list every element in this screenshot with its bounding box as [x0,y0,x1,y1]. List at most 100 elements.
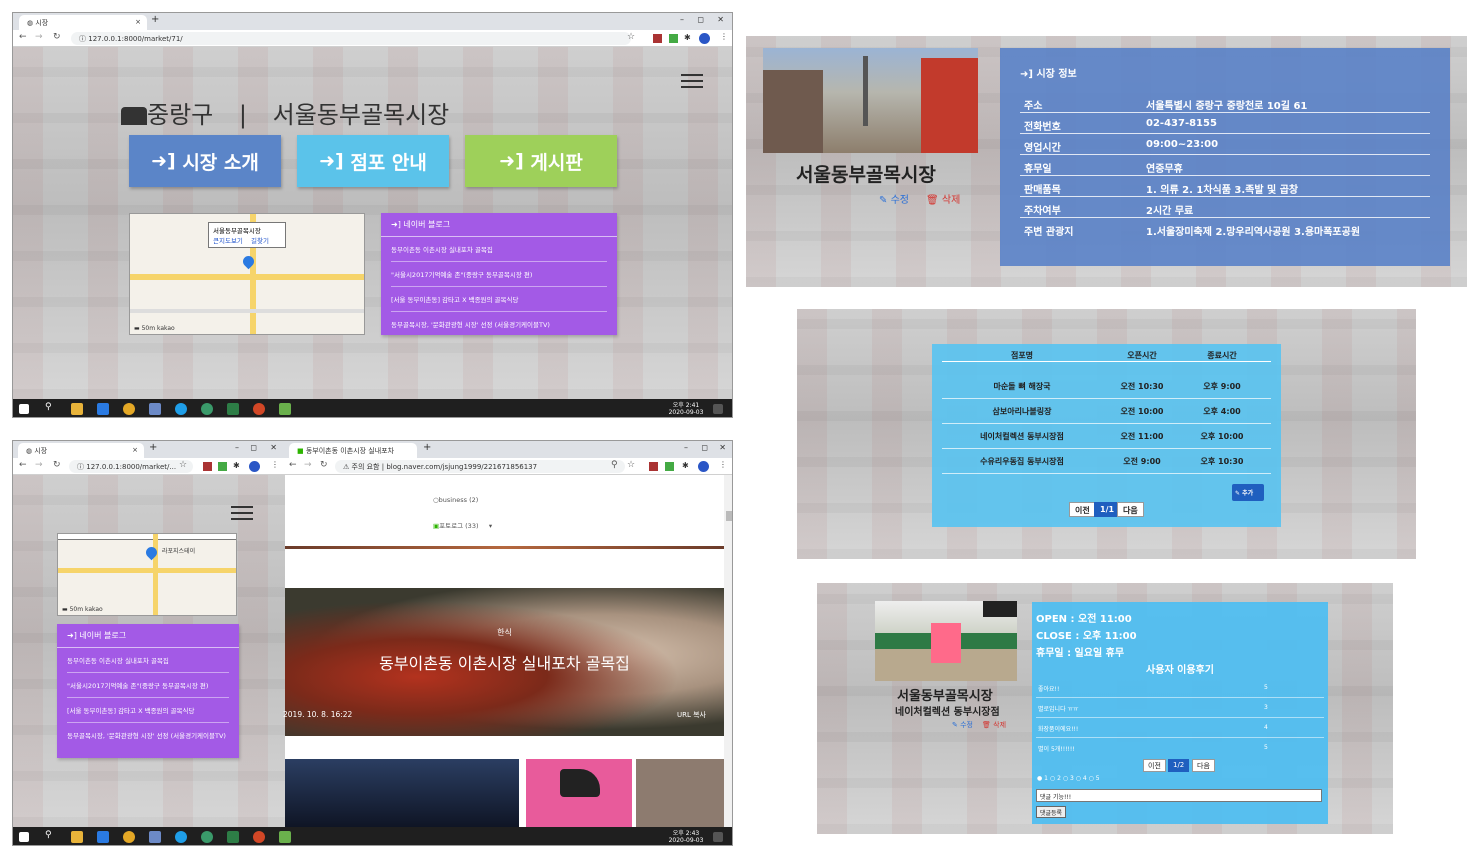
avatar[interactable] [698,461,709,472]
table-row[interactable]: 수유리우동집 동부시장점 오전 9:00 오후 10:30 [942,449,1271,474]
table-row[interactable]: 삼보아리나볼링장 오전 10:00 오후 4:00 [942,399,1271,424]
system-clock[interactable]: 오후 2:41 2020-09-03 [661,402,711,416]
close-window-icon[interactable]: ✕ [719,443,726,452]
blog-link[interactable]: 동부골목시장, '문화관광형 시장' 선정 (서울경기케이블TV) [391,312,607,336]
address-bar[interactable]: ⓘ 127.0.0.1:8000/market/... [69,460,193,473]
file-explorer-icon[interactable] [71,831,83,843]
extension-icon[interactable] [665,462,674,471]
puzzle-icon[interactable]: ✱ [682,461,689,470]
zoom-icon[interactable]: ⚲ [611,460,618,470]
blog-link[interactable]: 동부이촌동 이촌시장 실내포차 골목집 [67,648,229,673]
forward-icon[interactable]: → [35,460,43,470]
close-tab-icon[interactable]: × [135,18,141,26]
forward-icon[interactable]: → [35,32,43,42]
ie-icon[interactable] [97,831,109,843]
board-button[interactable]: ➜] 게시판 [465,135,617,187]
back-icon[interactable]: ← [289,460,297,470]
notification-icon[interactable] [713,404,723,414]
windows-start-icon[interactable] [19,404,29,414]
search-icon[interactable]: ⚲ [45,830,57,842]
minimize-icon[interactable]: – [235,443,239,452]
maximize-icon[interactable]: ◻ [701,443,708,452]
blog-link[interactable]: [서울 동부이촌동] 감타고 X 백종원의 골목식당 [391,287,607,312]
powerpoint-icon[interactable] [253,403,265,415]
app-icon[interactable] [201,831,213,843]
new-tab-icon[interactable]: + [423,442,431,453]
blog-link[interactable]: "서울시2017기억예술 존"(중랑구 동부골목시장 편) [391,262,607,287]
file-explorer-icon[interactable] [71,403,83,415]
back-icon[interactable]: ← [19,32,27,42]
kakao-map[interactable]: 라포지스테이 ▬ 50m kakao [57,533,237,616]
close-window-icon[interactable]: ✕ [270,443,277,452]
hamburger-icon[interactable] [231,506,253,520]
maximize-icon[interactable]: ◻ [250,443,257,452]
extension-icon[interactable] [649,462,658,471]
app-icon[interactable] [201,403,213,415]
address-bar[interactable]: ⚠ 주의 요함 | blog.naver.com/jsjung1999/2216… [335,460,625,473]
next-page-button[interactable]: 다음 [1117,502,1144,517]
hamburger-icon[interactable] [681,74,703,88]
menu-icon[interactable]: ⋮ [719,460,727,469]
minimize-icon[interactable]: – [684,443,688,452]
blog-link[interactable]: 동부이촌동 이촌시장 실내포차 골목집 [391,237,607,262]
add-store-button[interactable]: ✎ 추가 [1232,484,1264,501]
system-clock[interactable]: 오후 2:43 2020-09-03 [661,830,711,844]
search-icon[interactable]: ⚲ [45,402,57,414]
delete-link[interactable]: 🗑 삭제 [926,191,960,206]
extension-icon[interactable] [669,34,678,43]
rating-radio[interactable]: ○ [1063,775,1070,782]
scrollbar[interactable] [724,475,732,827]
rating-radio[interactable]: ○ [1050,775,1057,782]
scrollbar-thumb[interactable] [726,511,732,521]
menu-icon[interactable]: ⋮ [720,32,728,41]
chevron-down-icon[interactable]: ▾ [489,522,492,530]
extension-icon[interactable] [653,34,662,43]
chrome-icon[interactable] [123,831,135,843]
close-tab-icon[interactable]: × [132,446,138,454]
forward-icon[interactable]: → [304,460,312,470]
browser-tab[interactable]: ◍ 시장 × [18,443,144,458]
maximize-icon[interactable]: ◻ [697,15,704,24]
star-icon[interactable]: ☆ [627,32,635,42]
puzzle-icon[interactable]: ✱ [233,461,240,470]
ie-icon[interactable] [97,403,109,415]
map-directions-link[interactable]: 길찾기 [251,237,269,245]
star-icon[interactable]: ☆ [627,460,635,470]
stores-button[interactable]: ➜] 점포 안내 [297,135,449,187]
app-icon[interactable] [227,403,239,415]
edit-link[interactable]: ✎ 수정 [879,191,909,206]
app-icon[interactable] [279,831,291,843]
blog-link[interactable]: [서울 동부이촌동] 감타고 X 백종원의 골목식당 [67,698,229,723]
blog-link[interactable]: 동부골목시장, '문화관광형 시장' 선정 (서울경기케이블TV) [67,723,229,747]
app-icon[interactable] [227,831,239,843]
delete-link[interactable]: 🗑 삭제 [982,720,1006,730]
table-row[interactable]: 네이처컬렉션 동부시장점 오전 11:00 오후 10:00 [942,424,1271,449]
map-bigview-link[interactable]: 큰지도보기 [213,237,243,245]
current-page[interactable]: 1/2 [1168,759,1190,772]
app-icon[interactable] [279,403,291,415]
app-icon[interactable] [149,403,161,415]
table-row[interactable]: 마순돌 뼈 해장국 오전 10:30 오후 9:00 [942,374,1271,399]
notification-icon[interactable] [713,832,723,842]
category-item[interactable]: ▣포토로그 (33) ▾ [433,520,492,530]
new-tab-icon[interactable]: + [149,442,157,453]
back-icon[interactable]: ← [19,460,27,470]
windows-start-icon[interactable] [19,832,29,842]
intro-button[interactable]: ➜] 시장 소개 [129,135,281,187]
rating-radio[interactable]: ○ [1089,775,1096,782]
puzzle-icon[interactable]: ✱ [684,33,691,42]
reload-icon[interactable]: ↻ [53,460,61,470]
extension-icon[interactable] [203,462,212,471]
next-page-button[interactable]: 다음 [1192,759,1215,772]
category-item[interactable]: ○business (2) [433,496,478,504]
address-bar[interactable]: ⓘ 127.0.0.1:8000/market/71/ [71,32,631,45]
kakao-map[interactable]: 서울동부골목시장 큰지도보기 길찾기 ▬ 50m kakao [129,213,365,335]
edge-icon[interactable] [175,831,187,843]
submit-comment-button[interactable]: 댓글등록 [1036,806,1067,818]
reload-icon[interactable]: ↻ [53,32,61,42]
comment-input[interactable]: 댓글 기능!!! [1036,789,1322,802]
reload-icon[interactable]: ↻ [320,460,328,470]
close-window-icon[interactable]: ✕ [717,15,724,24]
edge-icon[interactable] [175,403,187,415]
menu-icon[interactable]: ⋮ [271,460,279,469]
